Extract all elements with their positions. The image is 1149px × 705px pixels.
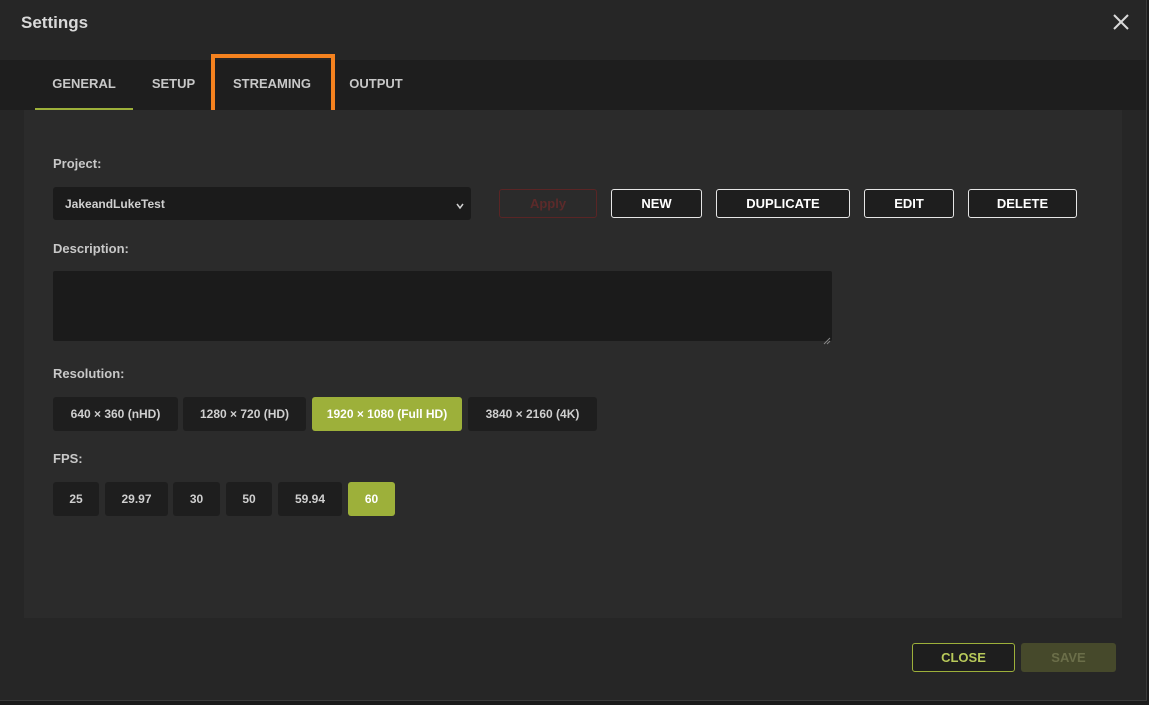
delete-project-button[interactable]: DELETE <box>968 189 1077 218</box>
tab-output[interactable]: OUTPUT <box>342 60 410 110</box>
fps-option-59-94[interactable]: 59.94 <box>278 482 342 516</box>
resolution-option-full-hd[interactable]: 1920 × 1080 (Full HD) <box>312 397 462 431</box>
save-button[interactable]: SAVE <box>1021 643 1116 672</box>
dialog-title: Settings <box>21 13 89 32</box>
fps-option-50[interactable]: 50 <box>226 482 272 516</box>
fps-label: FPS: <box>53 451 83 466</box>
fps-option-29-97[interactable]: 29.97 <box>105 482 168 516</box>
tab-setup[interactable]: SETUP <box>145 60 202 110</box>
resize-grip-icon[interactable] <box>823 332 831 345</box>
fps-option-30[interactable]: 30 <box>173 482 220 516</box>
resolution-label: Resolution: <box>53 366 125 381</box>
project-label: Project: <box>53 156 102 171</box>
edit-project-button[interactable]: EDIT <box>864 189 954 218</box>
title-bar: Settings <box>0 0 1146 48</box>
project-select-value: JakeandLukeTest <box>65 197 165 211</box>
description-label: Description: <box>53 241 129 256</box>
tab-general[interactable]: GENERAL <box>35 60 133 110</box>
resolution-option-hd[interactable]: 1280 × 720 (HD) <box>183 397 306 431</box>
description-textarea[interactable] <box>53 271 832 345</box>
fps-option-60[interactable]: 60 <box>348 482 395 516</box>
chevron-down-icon <box>455 198 465 210</box>
project-select[interactable]: JakeandLukeTest <box>53 187 471 220</box>
apply-button[interactable]: Apply <box>499 189 597 218</box>
fps-option-25[interactable]: 25 <box>53 482 99 516</box>
tab-bar: GENERAL SETUP STREAMING OUTPUT <box>0 60 1146 110</box>
resolution-option-nhd[interactable]: 640 × 360 (nHD) <box>53 397 178 431</box>
new-project-button[interactable]: NEW <box>611 189 702 218</box>
close-button[interactable]: CLOSE <box>912 643 1015 672</box>
settings-dialog: Settings GENERAL SETUP STREAMING OUTPUT … <box>0 0 1147 701</box>
close-icon[interactable] <box>1110 11 1132 33</box>
resolution-option-4k[interactable]: 3840 × 2160 (4K) <box>468 397 597 431</box>
duplicate-project-button[interactable]: DUPLICATE <box>716 189 850 218</box>
